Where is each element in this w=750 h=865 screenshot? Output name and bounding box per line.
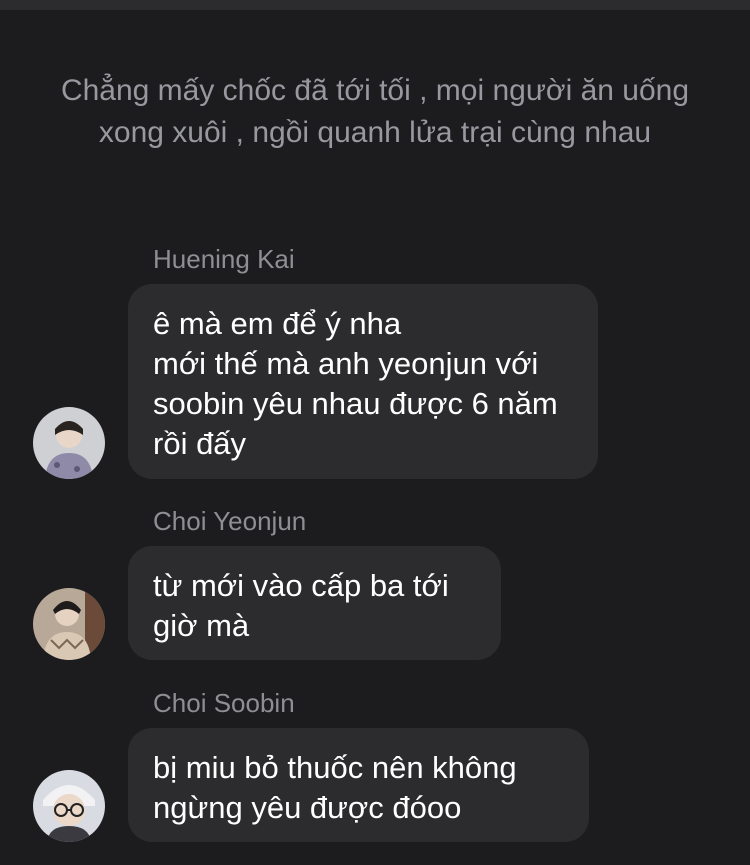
sender-name: Choi Yeonjun [153, 506, 307, 536]
sender-name: Choi Soobin [153, 688, 295, 718]
top-bar [0, 0, 750, 10]
chat-screen: Chẳng mấy chốc đã tới tối , mọi người ăn… [0, 0, 750, 865]
avatar[interactable] [33, 588, 105, 660]
avatar[interactable] [33, 770, 105, 842]
user-avatar-photo-icon [33, 770, 105, 842]
user-avatar-photo-icon [33, 407, 105, 479]
message-bubble[interactable]: bị miu bỏ thuốc nên không ngừng yêu được… [128, 728, 589, 842]
avatar[interactable] [33, 407, 105, 479]
sender-name: Huening Kai [153, 244, 295, 274]
user-avatar-photo-icon [33, 588, 105, 660]
message-bubble[interactable]: từ mới vào cấp ba tới giờ mà [128, 546, 501, 660]
narration-text: Chẳng mấy chốc đã tới tối , mọi người ăn… [60, 74, 690, 149]
message-bubble[interactable]: ê mà em để ý nha mới thế mà anh yeonjun … [128, 284, 598, 479]
